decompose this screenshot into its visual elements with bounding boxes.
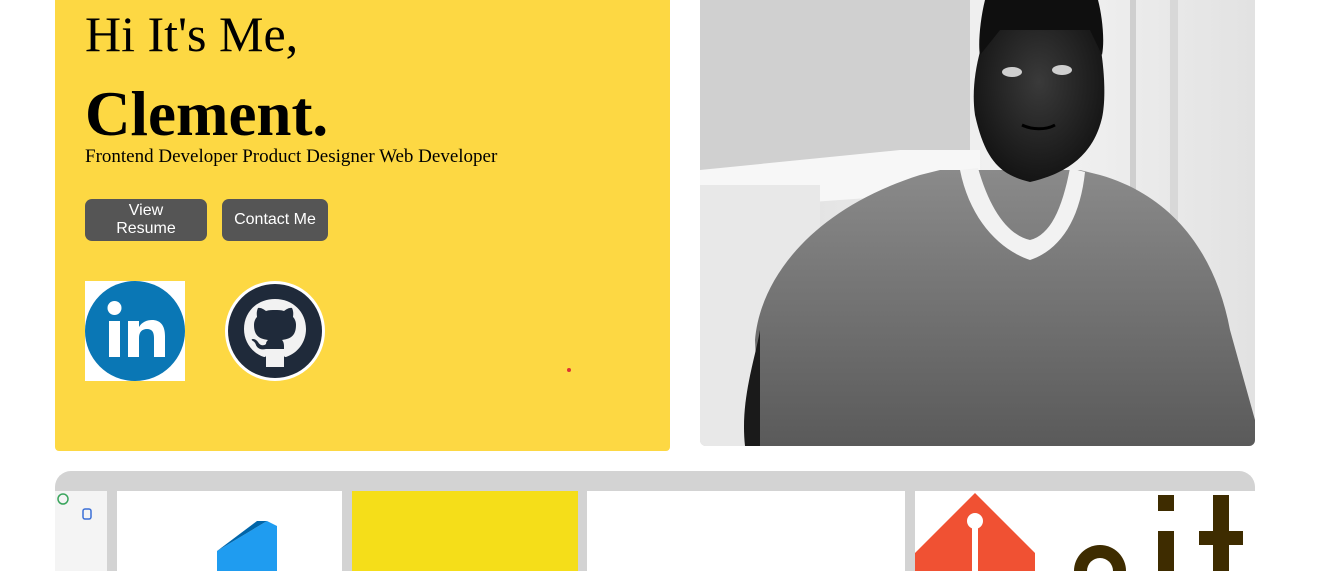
- javascript-icon: [352, 491, 578, 571]
- greeting-text: Hi It's Me,: [85, 6, 299, 62]
- contact-me-button[interactable]: Contact Me: [222, 199, 328, 241]
- skills-strip: [55, 471, 1255, 571]
- skill-tile-app: [55, 491, 107, 571]
- hero-card: Hi It's Me, Clement. Frontend Developer …: [55, 0, 670, 451]
- skill-tile-javascript: [352, 491, 578, 571]
- name-heading: Clement.: [85, 79, 329, 149]
- blank-logo: [587, 491, 905, 571]
- skill-tile-git: [915, 491, 1255, 571]
- skill-tile-blank: [587, 491, 905, 571]
- github-icon: [225, 281, 325, 381]
- decorative-dot: [567, 368, 571, 372]
- linkedin-icon: [85, 281, 185, 381]
- vscode-icon: [217, 521, 277, 571]
- roles-text: Frontend Developer Product Designer Web …: [85, 146, 498, 167]
- profile-photo: [700, 0, 1255, 446]
- app-icon: [57, 493, 92, 520]
- git-icon: [915, 493, 1243, 571]
- view-resume-button[interactable]: View Resume: [85, 199, 207, 241]
- linkedin-link[interactable]: [85, 281, 185, 381]
- github-link[interactable]: [223, 281, 327, 381]
- skill-tile-vscode: [117, 491, 342, 571]
- profile-photo-image: [700, 0, 1255, 446]
